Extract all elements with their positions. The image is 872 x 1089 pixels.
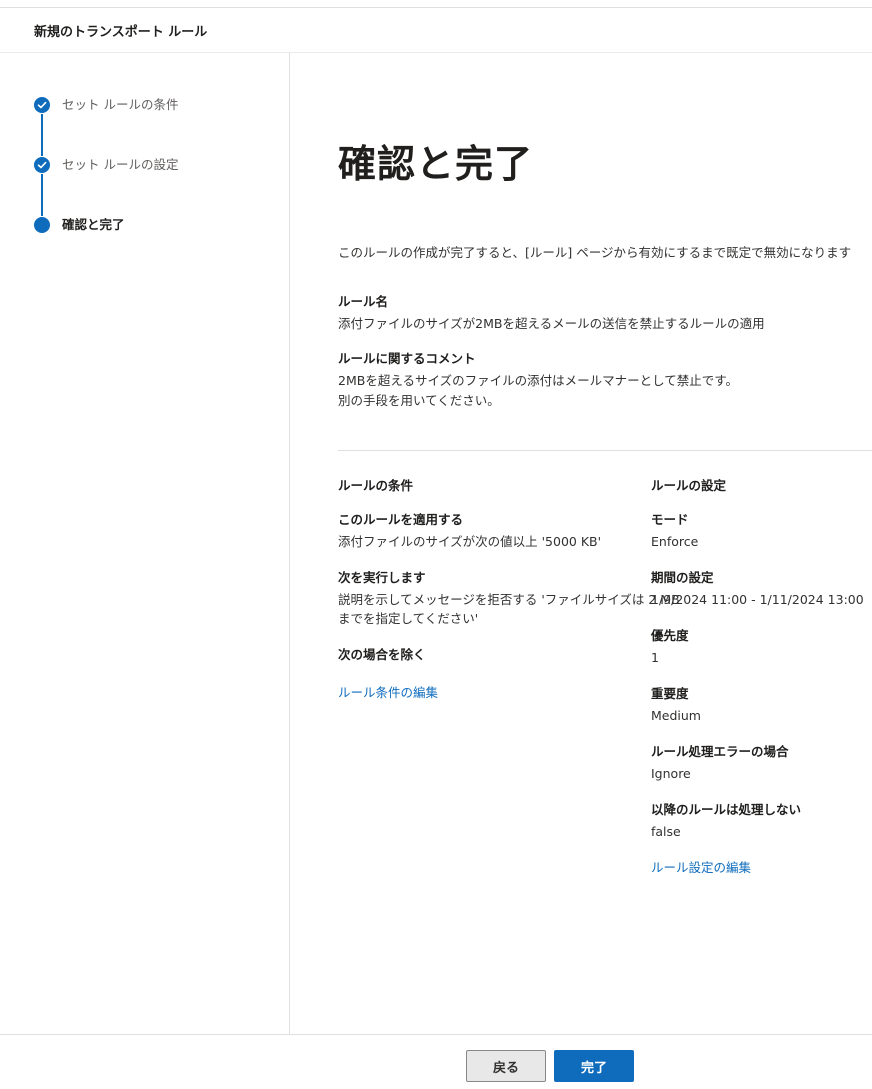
error-handling-label: ルール処理エラーの場合 xyxy=(651,744,789,759)
rule-name-value: 添付ファイルのサイズが2MBを超えるメールの送信を禁止するルールの適用 xyxy=(338,316,765,331)
step-connector xyxy=(41,174,43,216)
step-connector xyxy=(41,114,43,156)
rule-name-label: ルール名 xyxy=(338,294,389,309)
settings-heading: ルールの設定 xyxy=(651,478,727,493)
panel-header: 新規のトランスポート ルール xyxy=(0,8,872,53)
wizard-steps-sidebar: セット ルールの条件 セット ルールの設定 確認と完了 xyxy=(0,53,290,1034)
severity-label: 重要度 xyxy=(651,686,689,701)
current-step-dot-icon xyxy=(34,217,50,233)
except-if-label: 次の場合を除く xyxy=(338,647,426,662)
page-title: 確認と完了 xyxy=(338,142,534,186)
apply-rule-label: このルールを適用する xyxy=(338,512,464,527)
severity-value: Medium xyxy=(651,708,701,723)
section-divider xyxy=(338,450,872,451)
edit-settings-link[interactable]: ルール設定の編集 xyxy=(651,857,751,876)
step-label: セット ルールの条件 xyxy=(62,97,179,112)
finish-button[interactable]: 完了 xyxy=(554,1050,634,1082)
mode-label: モード xyxy=(651,512,689,527)
comment-line-2: 別の手段を用いてください。 xyxy=(338,393,500,408)
apply-rule-value: 添付ファイルのサイズが次の値以上 '5000 KB' xyxy=(338,534,602,549)
comment-label: ルールに関するコメント xyxy=(338,351,476,366)
intro-text: このルールの作成が完了すると、[ルール] ページから有効にするまで既定で無効にな… xyxy=(338,245,852,260)
priority-value: 1 xyxy=(651,650,659,665)
stop-processing-label: 以降のルールは処理しない xyxy=(651,802,802,817)
period-label: 期間の設定 xyxy=(651,570,714,585)
error-handling-value: Ignore xyxy=(651,766,691,781)
period-value: 1/9/2024 11:00 - 1/11/2024 13:00 xyxy=(651,592,864,607)
review-content: 確認と完了 このルールの作成が完了すると、[ルール] ページから有効にするまで既… xyxy=(290,53,872,1034)
priority-label: 優先度 xyxy=(651,628,689,643)
back-button[interactable]: 戻る xyxy=(466,1050,546,1082)
wizard-footer: 戻る 完了 xyxy=(0,1034,872,1089)
edit-conditions-link[interactable]: ルール条件の編集 xyxy=(338,682,438,701)
do-following-line-1: 説明を示してメッセージを拒否する 'ファイルサイズは 2 MB xyxy=(338,592,680,607)
mode-value: Enforce xyxy=(651,534,699,549)
do-following-label: 次を実行します xyxy=(338,570,426,585)
conditions-heading: ルールの条件 xyxy=(338,478,414,493)
panel-title: 新規のトランスポート ルール xyxy=(34,25,208,40)
do-following-line-2: までを指定してください' xyxy=(338,611,479,626)
step-label: 確認と完了 xyxy=(62,217,125,232)
checkmark-icon xyxy=(34,97,50,113)
comment-line-1: 2MBを超えるサイズのファイルの添付はメールマナーとして禁止です。 xyxy=(338,373,738,388)
step-label: セット ルールの設定 xyxy=(62,157,179,172)
checkmark-icon xyxy=(34,157,50,173)
stop-processing-value: false xyxy=(651,824,681,839)
